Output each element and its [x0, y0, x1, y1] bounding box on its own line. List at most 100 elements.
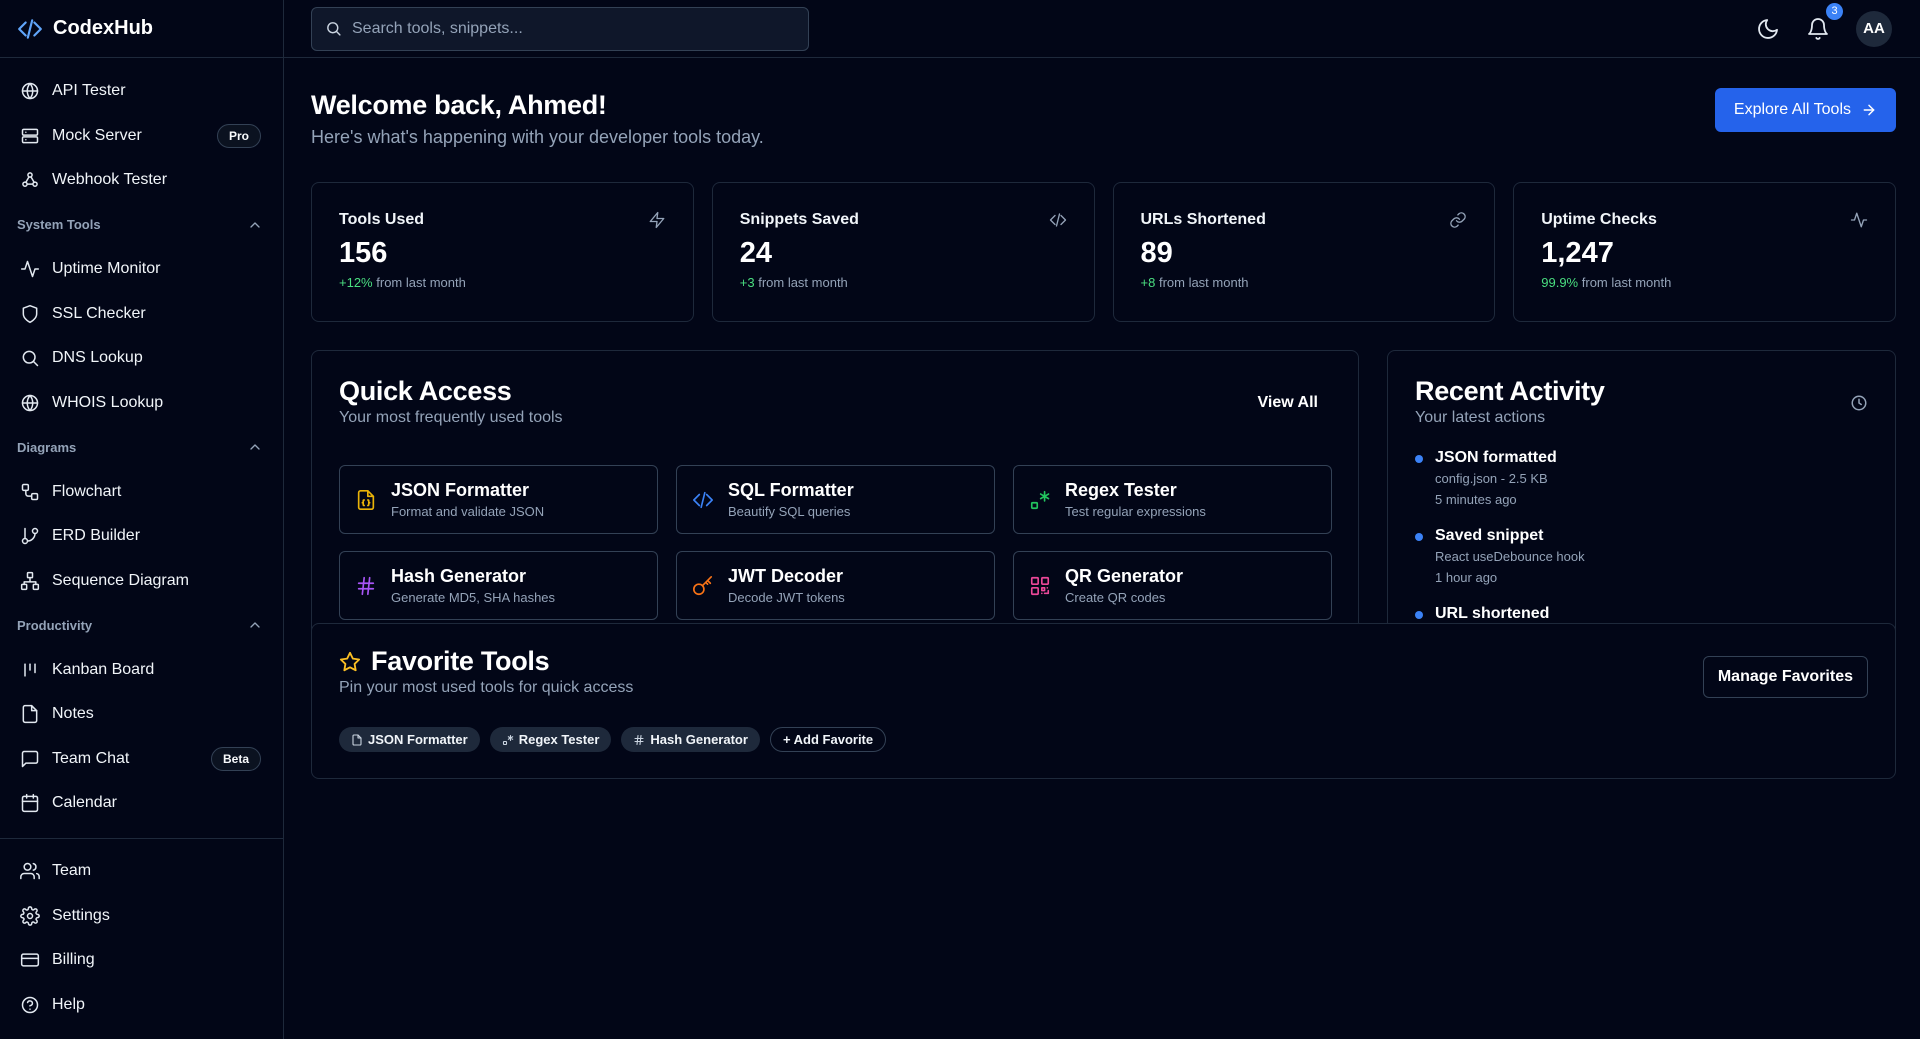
- tool-sql-formatter[interactable]: SQL Formatter Beautify SQL queries: [676, 465, 995, 534]
- search-icon: [327, 22, 341, 36]
- sidebar-item-label: ERD Builder: [52, 527, 141, 545]
- tool-jwt-decoder[interactable]: JWT Decoder Decode JWT tokens: [676, 551, 995, 620]
- star-icon: [339, 651, 361, 671]
- section-productivity[interactable]: Productivity: [0, 603, 283, 648]
- recent-activity-subtitle: Your latest actions: [1415, 409, 1546, 426]
- favorite-chip-json-formatter[interactable]: JSON Formatter: [339, 727, 480, 752]
- sidebar-item-billing[interactable]: Billing: [0, 938, 283, 983]
- stat-value: 24: [739, 237, 773, 269]
- link-icon: [1450, 212, 1466, 228]
- favorite-tools-title: Favorite Tools: [371, 646, 550, 676]
- sidebar-item-team[interactable]: Team: [0, 849, 283, 894]
- stat-title: Tools Used: [339, 211, 425, 228]
- tool-regex-tester[interactable]: Regex Tester Test regular expressions: [1013, 465, 1332, 534]
- sidebar-item-label: Settings: [52, 906, 110, 924]
- favorite-chip-regex-tester[interactable]: Regex Tester: [489, 727, 612, 752]
- sidebar-item-whois-lookup[interactable]: WHOIS Lookup: [0, 381, 283, 426]
- page-title: Welcome back, Ahmed!: [311, 90, 607, 120]
- sidebar-item-label: Calendar: [52, 794, 117, 812]
- sidebar-item-flowchart[interactable]: Flowchart: [0, 470, 283, 515]
- tool-json-formatter[interactable]: JSON Formatter Format and validate JSON: [339, 465, 658, 534]
- code-icon: [693, 491, 713, 508]
- notification-count-badge: 3: [1826, 2, 1843, 20]
- activity-dot: [1415, 533, 1423, 541]
- sidebar-item-label: Flowchart: [52, 482, 122, 500]
- sidebar-item-sequence-diagram[interactable]: Sequence Diagram: [0, 559, 283, 604]
- credit-card-icon: [20, 953, 40, 967]
- search-box[interactable]: [311, 6, 809, 51]
- tool-qr-generator[interactable]: QR Generator Create QR codes: [1013, 551, 1332, 620]
- avatar[interactable]: AA: [1856, 10, 1892, 47]
- workflow-icon: [21, 483, 39, 500]
- sidebar-item-kanban-board[interactable]: Kanban Board: [0, 648, 283, 693]
- pro-badge: Pro: [216, 123, 261, 148]
- sidebar-item-team-chat[interactable]: Team Chat Beta: [0, 737, 283, 782]
- sidebar-item-api-tester[interactable]: API Tester: [0, 69, 283, 114]
- sidebar-item-calendar[interactable]: Calendar: [0, 781, 283, 826]
- chevron-up-icon: [250, 622, 260, 628]
- stat-title: Uptime Checks: [1541, 211, 1657, 228]
- activity-title: URL shortened: [1435, 605, 1550, 622]
- activity-item: Saved snippet React useDebounce hook 1 hou…: [1415, 527, 1868, 605]
- sidebar-item-webhook-tester[interactable]: Webhook Tester: [0, 158, 283, 203]
- recent-activity-title: Recent Activity: [1415, 376, 1605, 406]
- kanban-icon: [24, 663, 36, 677]
- tool-hash-generator[interactable]: Hash Generator Generate MD5, SHA hashes: [339, 551, 658, 620]
- activity-time: 1 hour ago: [1435, 570, 1498, 585]
- activity-item: JSON formatted config.json - 2.5 KB 5 minu…: [1415, 449, 1868, 527]
- search-input[interactable]: [352, 19, 795, 38]
- explore-button-label: Explore All Tools: [1733, 101, 1851, 118]
- sidebar-item-ssl-checker[interactable]: SSL Checker: [0, 292, 283, 337]
- main-area: 3 AA Welcome back, Ahmed! Here's what's …: [284, 0, 1920, 1039]
- activity-icon: [20, 261, 40, 278]
- activity-title: JSON formatted: [1435, 449, 1557, 466]
- sidebar-item-notes[interactable]: Notes: [0, 692, 283, 737]
- sidebar-item-mock-server[interactable]: Mock Server Pro: [0, 114, 283, 159]
- sidebar-item-label: WHOIS Lookup: [52, 393, 164, 411]
- tool-description: Decode JWT tokens: [728, 590, 845, 605]
- regex-icon: [1030, 490, 1050, 509]
- theme-toggle-button[interactable]: [1756, 17, 1780, 41]
- favorite-chip-hash-generator[interactable]: Hash Generator: [621, 727, 760, 752]
- quick-access-subtitle: Your most frequently used tools: [339, 409, 563, 426]
- chip-label: JSON Formatter: [368, 732, 468, 747]
- users-icon: [20, 863, 40, 880]
- file-icon: [352, 733, 362, 746]
- bell-icon: [1808, 17, 1828, 40]
- gear-icon: [20, 905, 40, 926]
- notifications-button[interactable]: 3: [1806, 2, 1843, 41]
- chip-label: Regex Tester: [518, 732, 600, 747]
- section-system-tools[interactable]: System Tools: [0, 203, 283, 248]
- stat-change-value: +8: [1140, 275, 1156, 290]
- manage-favorites-button[interactable]: Manage Favorites: [1702, 656, 1868, 698]
- git-branch-icon: [21, 528, 39, 545]
- stat-value: 156: [339, 237, 388, 269]
- code-icon: [1049, 213, 1066, 227]
- tool-description: Generate MD5, SHA hashes: [391, 590, 556, 605]
- sidebar-item-label: SSL Checker: [52, 304, 146, 322]
- tool-description: Beautify SQL queries: [728, 504, 851, 519]
- sidebar-item-dns-lookup[interactable]: DNS Lookup: [0, 336, 283, 381]
- section-diagrams[interactable]: Diagrams: [0, 425, 283, 470]
- sidebar-item-erd-builder[interactable]: ERD Builder: [0, 514, 283, 559]
- quick-access-grid: JSON Formatter Format and validate JSON SQ…: [339, 465, 1332, 620]
- view-all-link[interactable]: View All: [1258, 394, 1318, 412]
- favorite-tools-header: Favorite Tools: [339, 646, 1868, 677]
- activity-time: 5 minutes ago: [1435, 492, 1517, 507]
- hash-icon: [357, 576, 375, 595]
- globe-icon: [21, 83, 39, 100]
- search-icon: [22, 350, 39, 367]
- chevron-up-icon: [250, 444, 260, 450]
- sidebar-item-uptime-monitor[interactable]: Uptime Monitor: [0, 247, 283, 292]
- add-favorite-button[interactable]: + Add Favorite: [769, 727, 887, 752]
- explore-all-tools-button[interactable]: Explore All Tools: [1714, 88, 1896, 132]
- favorite-tools-card: Favorite Tools Pin your most used tools …: [311, 623, 1896, 779]
- code-logo-icon: [18, 18, 42, 39]
- stat-value: 1,247: [1541, 237, 1614, 269]
- sidebar-item-settings[interactable]: Settings: [0, 894, 283, 939]
- topbar-actions: 3 AA: [1756, 2, 1892, 47]
- quick-access-card: Quick Access Your most frequently used t…: [311, 350, 1359, 636]
- section-title: System Tools: [17, 217, 101, 233]
- sidebar-item-help[interactable]: Help: [0, 983, 283, 1028]
- brand[interactable]: CodexHub: [0, 0, 283, 58]
